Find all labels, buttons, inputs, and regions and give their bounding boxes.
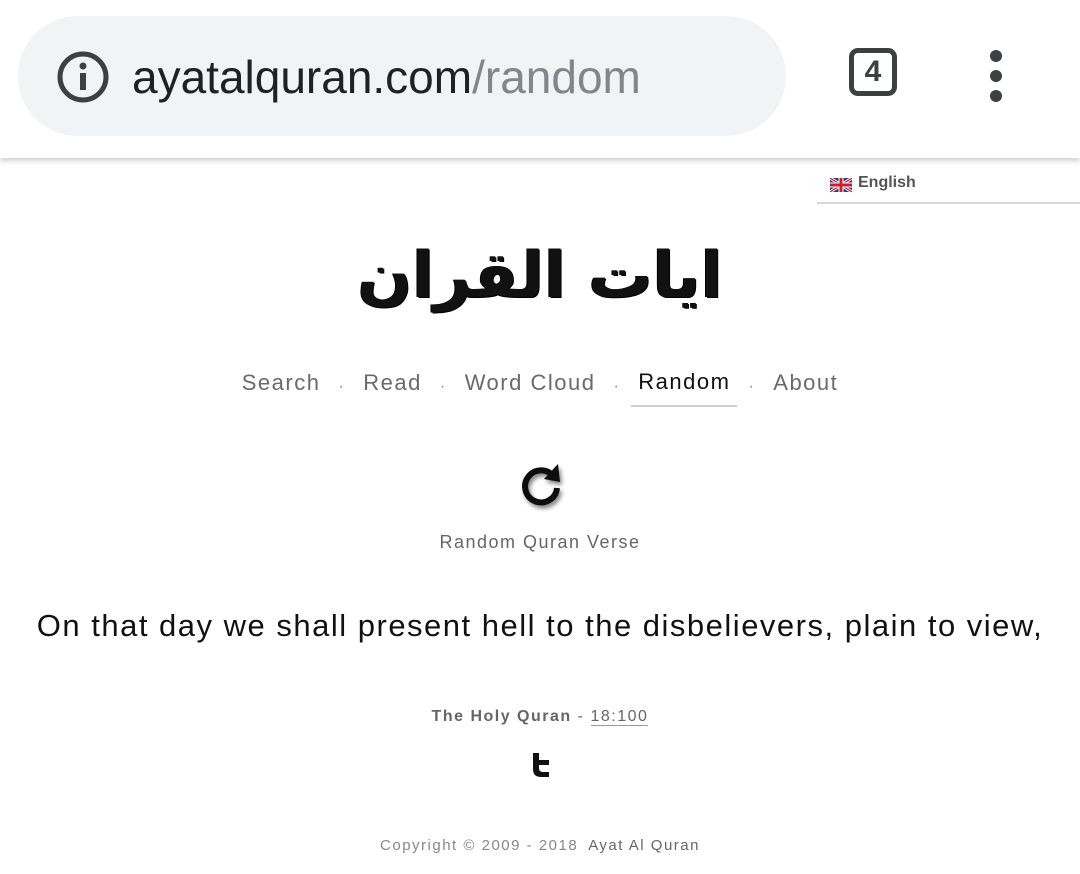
nav-separator: ·	[338, 377, 346, 395]
language-selector[interactable]: English	[817, 170, 1080, 204]
site-logo[interactable]: ايات القران	[0, 236, 1080, 316]
verse-text: On that day we shall present hell to the…	[36, 608, 1044, 643]
nav-separator: ·	[748, 377, 756, 395]
nav-search[interactable]: Search	[235, 367, 328, 406]
url-text[interactable]: ayatalquran.com/random	[132, 49, 641, 105]
footer: Copyright © 2009 - 2018 Ayat Al Quran	[0, 837, 1080, 854]
source-dash: -	[577, 708, 585, 725]
random-verse-label[interactable]: Random Quran Verse	[0, 532, 1080, 553]
nav-word-cloud[interactable]: Word Cloud	[458, 367, 603, 406]
url-path: /random	[472, 51, 641, 103]
info-icon[interactable]	[56, 50, 110, 104]
nav-separator: ·	[613, 377, 621, 395]
address-bar[interactable]: ayatalquran.com/random	[18, 16, 786, 136]
nav-about[interactable]: About	[766, 367, 845, 406]
nav-read[interactable]: Read	[356, 367, 429, 406]
more-vert-icon[interactable]	[982, 50, 1010, 104]
nav-separator: ·	[439, 377, 447, 395]
language-label: English	[858, 174, 916, 191]
refresh-icon[interactable]	[514, 458, 568, 512]
browser-toolbar: ayatalquran.com/random 4	[0, 0, 1080, 158]
nav-random[interactable]: Random	[631, 366, 738, 407]
url-host: ayatalquran.com	[132, 51, 473, 103]
twitter-icon[interactable]	[530, 752, 552, 778]
verse-reference-link[interactable]: 18:100	[590, 708, 649, 726]
source-book: The Holy Quran	[431, 708, 572, 725]
tab-switcher-button[interactable]: 4	[849, 48, 897, 96]
footer-site-link[interactable]: Ayat Al Quran	[578, 837, 700, 854]
verse-source: The Holy Quran -18:100	[0, 708, 1080, 726]
main-nav: Search · Read · Word Cloud · Random · Ab…	[0, 366, 1080, 407]
uk-flag-icon	[830, 178, 852, 192]
copyright-text: Copyright © 2009 - 2018	[380, 837, 579, 854]
